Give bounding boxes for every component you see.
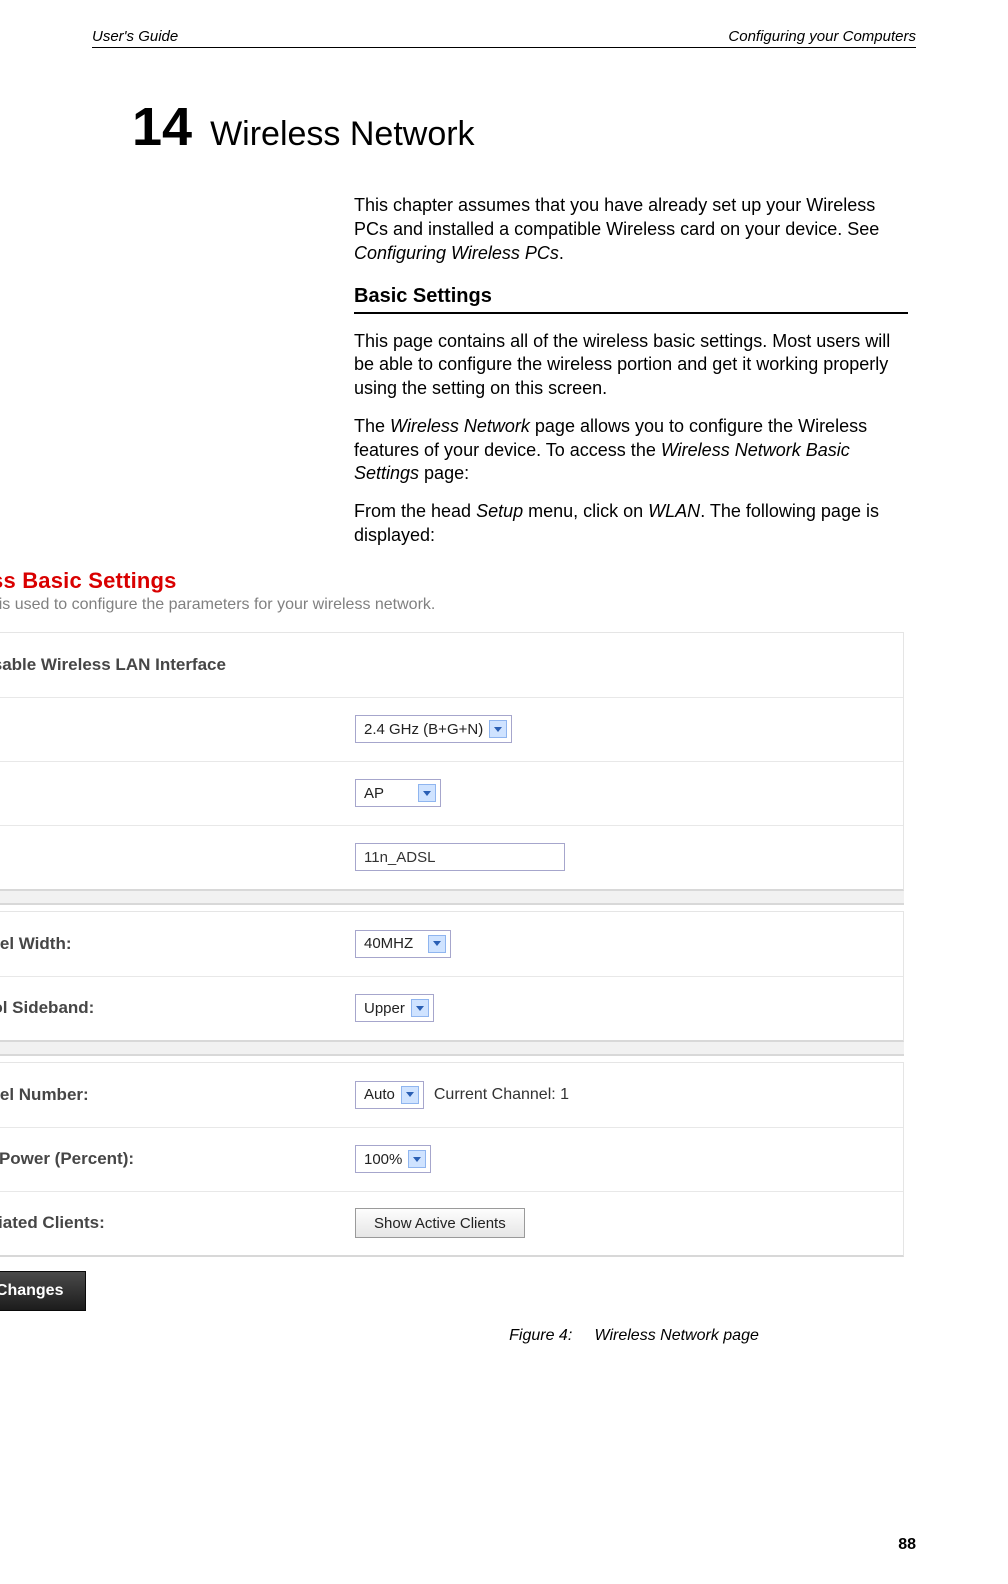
chevron-down-icon [489,720,507,738]
section-p3: From the head Setup menu, click on WLAN.… [354,500,908,548]
assoc-label: Associated Clients: [0,1195,333,1251]
embedded-screenshot: Wireless Basic Settings This page is use… [0,562,1008,1345]
panel-basic: Disable Wireless LAN Interface Band: 2.4… [0,632,904,891]
band-select[interactable]: 2.4 GHz (B+G+N) [355,715,512,743]
disable-wlan-label: Disable Wireless LAN Interface [0,655,226,674]
figure-caption: Figure 4: Wireless Network page [0,1327,1008,1345]
radio-label: Radio Power (Percent): [0,1131,333,1187]
page-header: User's Guide Configuring your Computers [92,28,916,48]
page-number: 88 [898,1536,916,1554]
chevron-down-icon [428,935,446,953]
band-label: Band: [0,701,333,757]
apply-changes-button[interactable]: Apply Changes [0,1271,86,1311]
show-active-clients-button[interactable]: Show Active Clients [355,1208,525,1238]
chapter-title: Wireless Network [210,115,474,154]
intro-paragraph: This chapter assumes that you have alrea… [354,194,908,265]
section-p1: This page contains all of the wireless b… [354,330,908,401]
ssid-input[interactable]: 11n_ADSL [355,843,565,871]
mode-label: Mode: [0,765,333,821]
header-right: Configuring your Computers [728,28,916,45]
sideband-select[interactable]: Upper [355,994,434,1022]
chapter-heading: 14 Wireless Network [132,96,916,158]
chevron-down-icon [408,1150,426,1168]
radio-select[interactable]: 100% [355,1145,431,1173]
chnum-label: Channel Number: [0,1067,333,1123]
panel-channel-width: Channel Width: 40MHZ Control Sideband: U… [0,911,904,1042]
ssid-label: SSID: [0,829,333,885]
chevron-down-icon [401,1086,419,1104]
section-heading: Basic Settings [354,283,908,313]
chapter-number: 14 [132,96,192,158]
panel-channel: Channel Number: Auto Current Channel: 1 … [0,1062,904,1257]
disable-wlan-row: Disable Wireless LAN Interface [0,637,333,693]
header-left: User's Guide [92,28,178,45]
chwidth-label: Channel Width: [0,916,333,972]
screenshot-title: Wireless Basic Settings [0,562,1008,594]
chevron-down-icon [418,784,436,802]
chnum-select[interactable]: Auto [355,1081,424,1109]
current-channel-text: Current Channel: 1 [434,1086,569,1104]
sideband-label: Control Sideband: [0,980,333,1036]
mode-select[interactable]: AP [355,779,441,807]
screenshot-subtitle: This page is used to configure the param… [0,594,1008,626]
chwidth-select[interactable]: 40MHZ [355,930,451,958]
section-p2: The Wireless Network page allows you to … [354,415,908,486]
chevron-down-icon [411,999,429,1017]
